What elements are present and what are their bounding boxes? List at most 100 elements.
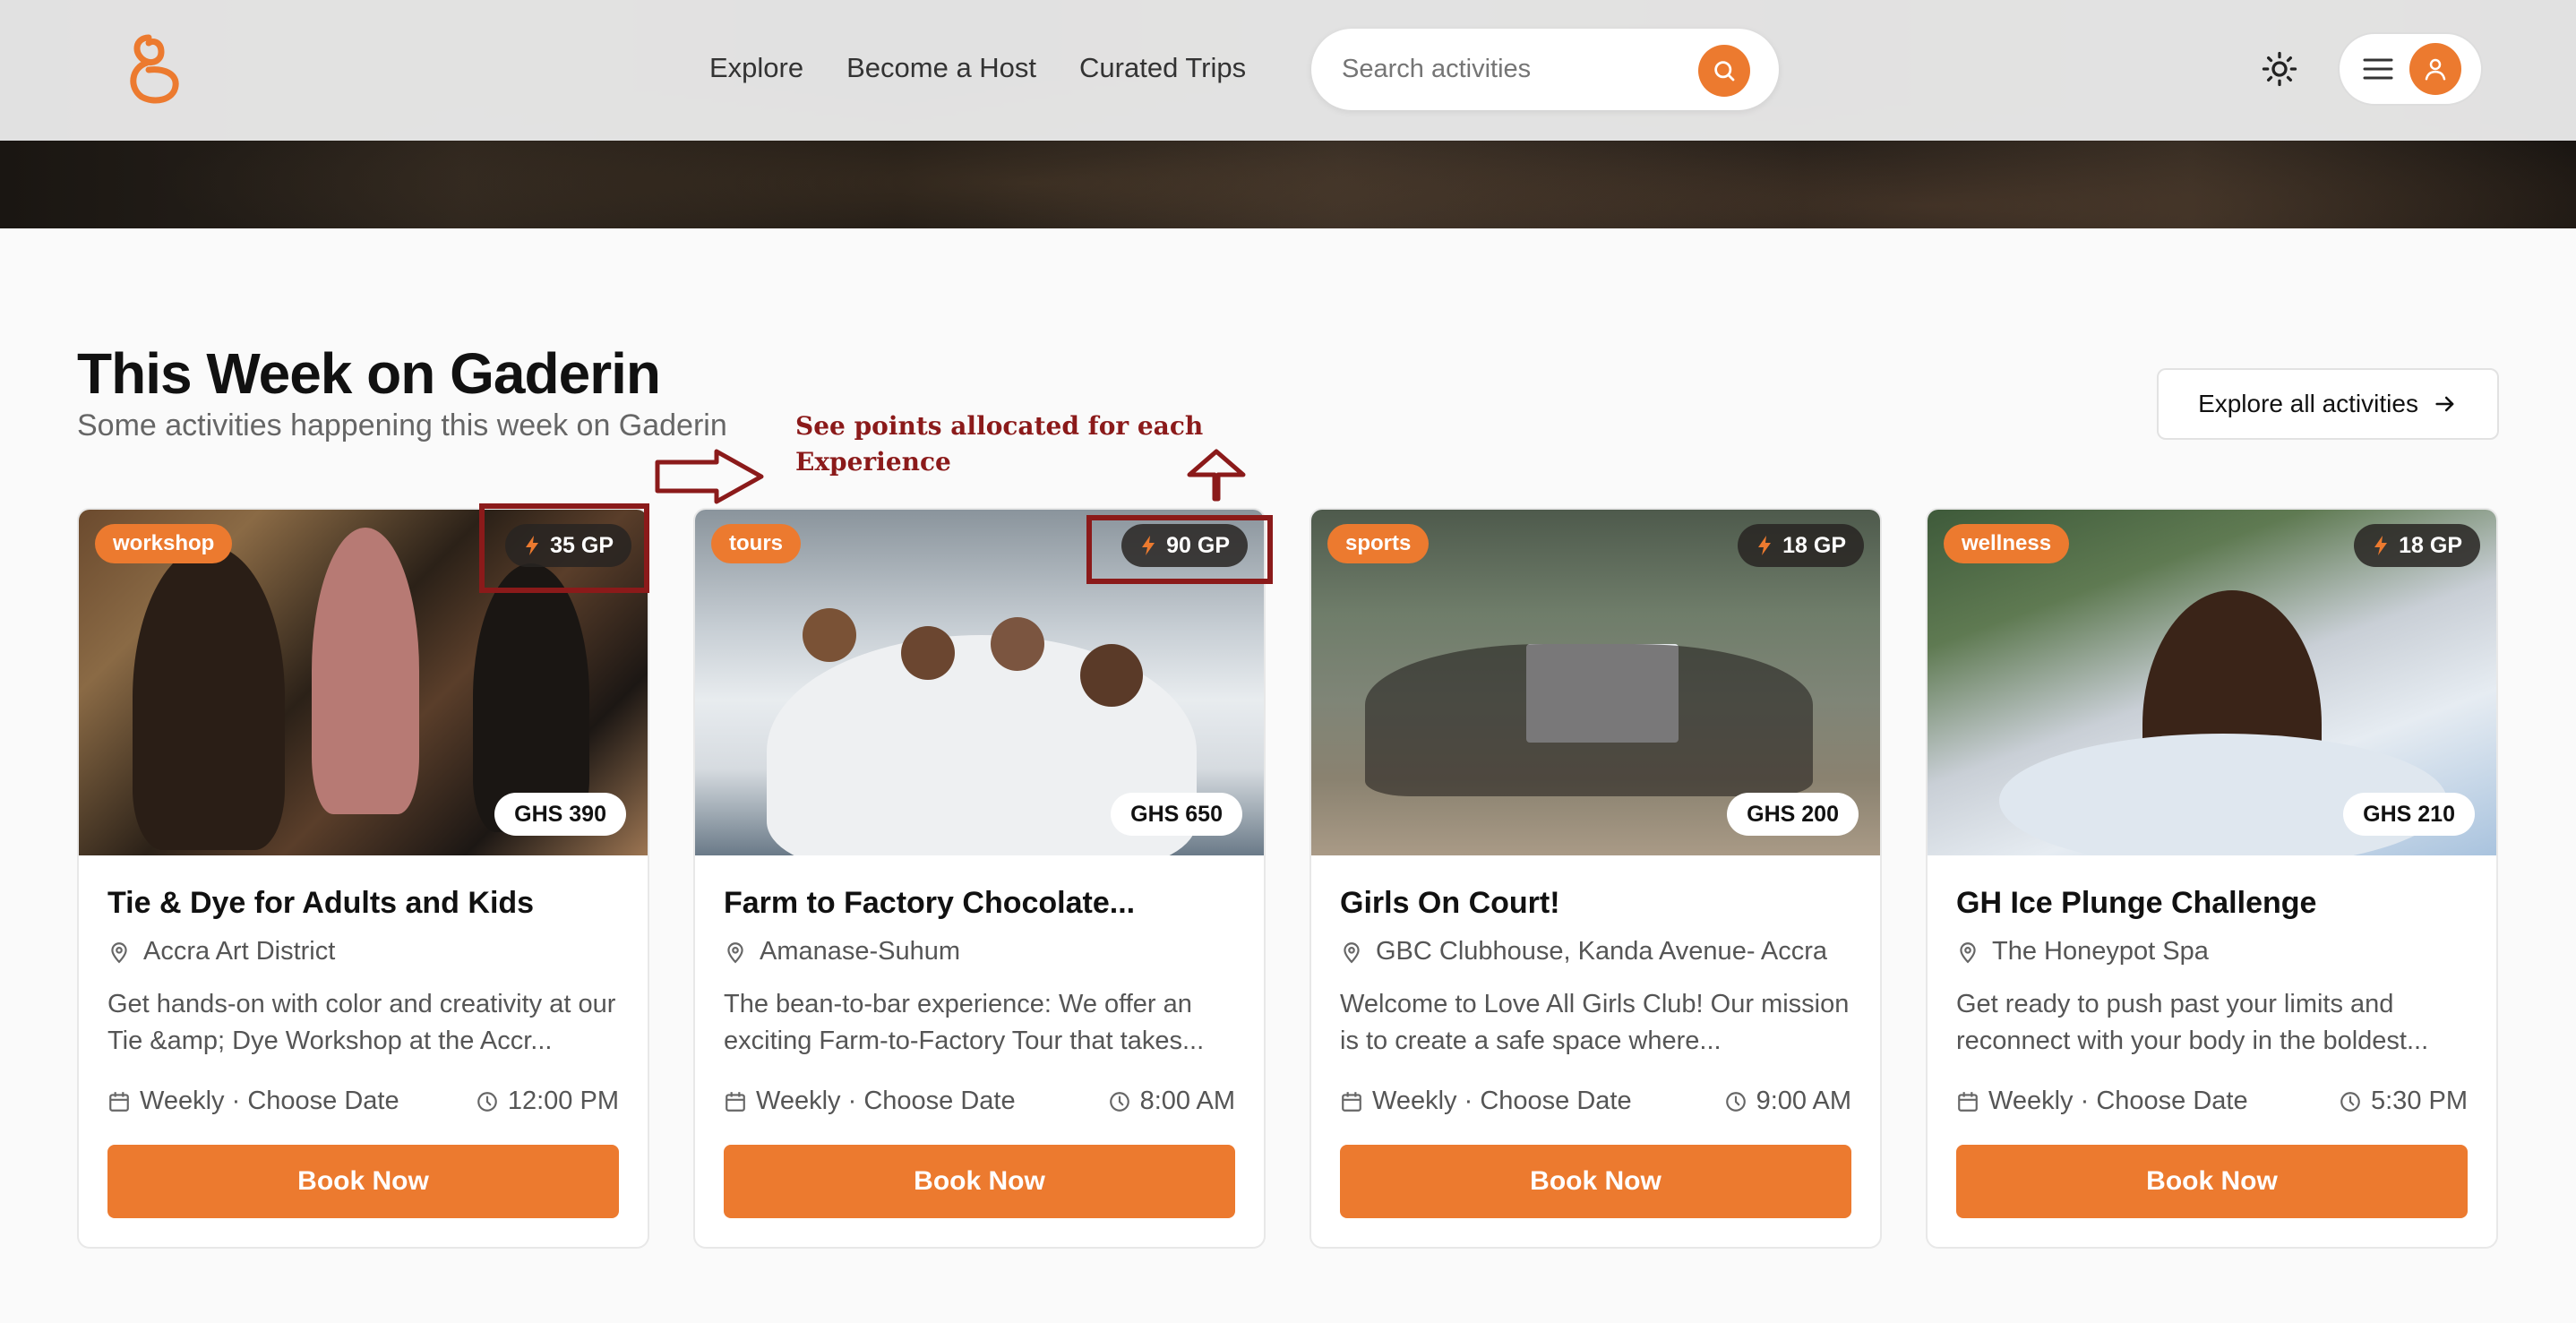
location-pin-icon — [111, 941, 127, 963]
schedule-info: Weekly · Choose Date — [1340, 1087, 1632, 1116]
time-info: 12:00 PM — [476, 1087, 619, 1116]
points-badge: 18 GP — [1738, 524, 1864, 567]
activity-description: The bean-to-bar experience: We offer an … — [724, 990, 1205, 1055]
activity-image: workshop 35 GP GHS 390 — [79, 510, 648, 855]
activity-image: sports 18 GP GHS 200 — [1311, 510, 1880, 855]
activity-card[interactable]: workshop 35 GP GHS 390 Tie & Dye for Adu… — [77, 508, 649, 1249]
main-nav: Explore Become a Host Curated Trips — [709, 48, 1246, 88]
activity-location: Accra Art District — [107, 937, 619, 966]
book-now-button[interactable]: Book Now — [724, 1145, 1235, 1218]
activity-meta: Weekly · Choose Date 12:00 PM — [107, 1087, 619, 1116]
clock-icon — [1109, 1091, 1129, 1112]
activity-location: The Honeypot Spa — [1956, 937, 2468, 966]
schedule-info: Weekly · Choose Date — [107, 1087, 399, 1116]
activity-meta: Weekly · Choose Date 5:30 PM — [1956, 1087, 2468, 1116]
activity-location: Amanase-Suhum — [724, 937, 1235, 966]
calendar-icon — [1342, 1091, 1361, 1112]
location-text: Accra Art District — [143, 937, 336, 966]
calendar-icon — [1958, 1091, 1978, 1112]
activity-meta: Weekly · Choose Date 8:00 AM — [724, 1087, 1235, 1116]
price-badge: GHS 390 — [494, 793, 626, 836]
lightning-icon — [2374, 536, 2388, 555]
points-value: 18 GP — [1782, 532, 1846, 558]
schedule-text: Weekly · Choose Date — [140, 1087, 399, 1115]
location-pin-icon — [1344, 941, 1360, 963]
lightning-icon — [1758, 536, 1772, 555]
book-now-button[interactable]: Book Now — [1956, 1145, 2468, 1218]
sun-icon — [2262, 51, 2297, 87]
activity-description: Welcome to Love All Girls Club! Our miss… — [1340, 990, 1850, 1055]
location-text: Amanase-Suhum — [760, 937, 961, 966]
search-input[interactable] — [1342, 55, 1682, 84]
category-tag: sports — [1327, 524, 1430, 563]
section-title: This Week on Gaderin — [77, 341, 661, 406]
location-pin-icon — [727, 941, 743, 963]
search-icon — [1714, 61, 1735, 82]
lightning-icon — [526, 536, 539, 555]
clock-icon — [1725, 1091, 1746, 1112]
lightning-icon — [1142, 536, 1155, 555]
user-menu-button[interactable] — [2338, 32, 2483, 106]
category-tag: tours — [711, 524, 801, 563]
explore-all-button[interactable]: Explore all activities — [2157, 368, 2499, 440]
hamburger-menu-icon — [2363, 58, 2393, 80]
explore-all-label: Explore all activities — [2198, 390, 2418, 417]
activity-title[interactable]: Farm to Factory Chocolate... — [724, 886, 1235, 921]
activity-image: tours 90 GP GHS 650 — [695, 510, 1264, 855]
activity-title[interactable]: GH Ice Plunge Challenge — [1956, 886, 2468, 921]
activity-card[interactable]: wellness 18 GP GHS 210 GH Ice Plunge Cha… — [1926, 508, 2498, 1249]
activity-location: GBC Clubhouse, Kanda Avenue- Accra — [1340, 937, 1851, 966]
location-text: GBC Clubhouse, Kanda Avenue- Accra — [1376, 937, 1828, 966]
search-bar — [1311, 29, 1779, 110]
time-text: 9:00 AM — [1756, 1087, 1851, 1115]
nav-become-host[interactable]: Become a Host — [846, 48, 1036, 88]
points-value: 90 GP — [1166, 532, 1230, 558]
activity-card[interactable]: tours 90 GP GHS 650 Farm to Factory Choc… — [693, 508, 1266, 1249]
schedule-info: Weekly · Choose Date — [724, 1087, 1016, 1116]
section-subtitle: Some activities happening this week on G… — [77, 408, 727, 442]
schedule-text: Weekly · Choose Date — [1372, 1087, 1632, 1115]
points-value: 18 GP — [2399, 532, 2462, 558]
avatar — [2409, 43, 2461, 95]
time-info: 9:00 AM — [1724, 1087, 1851, 1116]
activity-title[interactable]: Girls On Court! — [1340, 886, 1851, 921]
book-now-button[interactable]: Book Now — [107, 1145, 619, 1218]
schedule-text: Weekly · Choose Date — [1988, 1087, 2248, 1115]
annotation-line-2: Experience — [795, 447, 951, 477]
category-tag: workshop — [95, 524, 233, 563]
category-tag: wellness — [1944, 524, 2070, 563]
points-badge: 35 GP — [505, 524, 631, 567]
time-text: 8:00 AM — [1139, 1087, 1235, 1115]
price-badge: GHS 200 — [1727, 793, 1859, 836]
calendar-icon — [109, 1091, 129, 1112]
price-badge: GHS 210 — [2343, 793, 2475, 836]
theme-toggle[interactable] — [2257, 47, 2302, 91]
nav-curated-trips[interactable]: Curated Trips — [1079, 48, 1246, 88]
gaderin-logo[interactable] — [122, 30, 185, 107]
time-text: 12:00 PM — [507, 1087, 619, 1115]
points-badge: 90 GP — [1121, 524, 1248, 567]
annotation-text: See points allocated for each Experience — [795, 408, 1297, 480]
price-badge: GHS 650 — [1111, 793, 1242, 836]
book-now-button[interactable]: Book Now — [1340, 1145, 1851, 1218]
time-text: 5:30 PM — [2371, 1087, 2468, 1115]
activity-image: wellness 18 GP GHS 210 — [1928, 510, 2496, 855]
time-info: 5:30 PM — [2339, 1087, 2468, 1116]
location-pin-icon — [1960, 941, 1976, 963]
right-arrow-annotation — [655, 449, 764, 504]
schedule-text: Weekly · Choose Date — [756, 1087, 1016, 1115]
annotation-line-1: See points allocated for each — [795, 411, 1204, 441]
activity-card[interactable]: sports 18 GP GHS 200 Girls On Court! GBC… — [1309, 508, 1882, 1249]
activity-description: Get ready to push past your limits and r… — [1956, 990, 2429, 1055]
calendar-icon — [726, 1091, 745, 1112]
arrow-right-icon — [2435, 396, 2454, 412]
activity-meta: Weekly · Choose Date 9:00 AM — [1340, 1087, 1851, 1116]
clock-icon — [2340, 1091, 2360, 1112]
points-value: 35 GP — [550, 532, 614, 558]
points-badge: 18 GP — [2354, 524, 2480, 567]
nav-explore[interactable]: Explore — [709, 48, 803, 88]
activity-title[interactable]: Tie & Dye for Adults and Kids — [107, 886, 619, 921]
search-button[interactable] — [1698, 45, 1750, 97]
clock-icon — [477, 1091, 497, 1112]
time-info: 8:00 AM — [1108, 1087, 1235, 1116]
